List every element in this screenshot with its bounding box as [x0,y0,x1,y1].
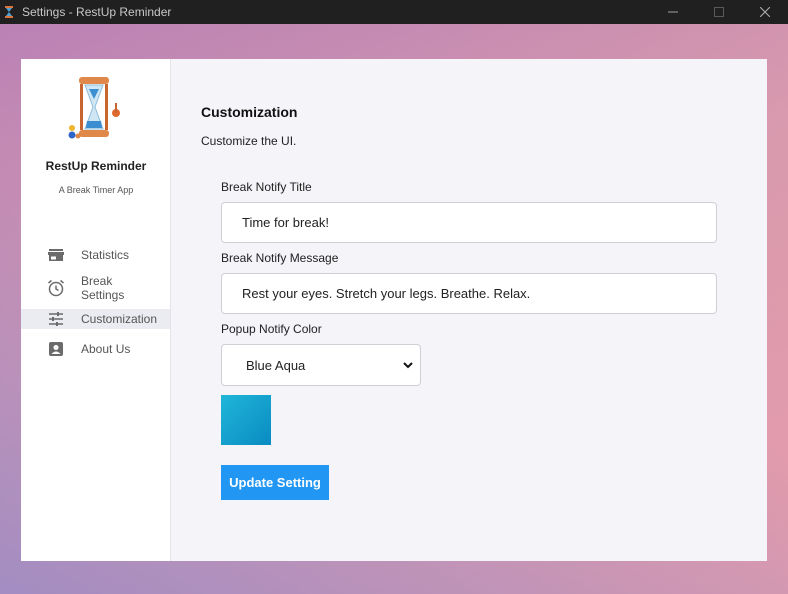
chevron-down-icon [403,362,413,369]
sidebar-item-statistics[interactable]: Statistics [21,243,170,267]
minimize-icon [668,11,678,13]
settings-window: RestUp Reminder A Break Timer App Statis… [21,59,767,561]
hourglass-logo-icon [68,77,120,139]
close-button[interactable] [742,0,788,24]
page-description: Customize the UI. [201,134,297,148]
minimize-button[interactable] [650,0,696,24]
sidebar-item-label: Statistics [81,248,130,262]
sidebar: RestUp Reminder A Break Timer App Statis… [21,59,171,561]
main-content: Customization Customize the UI. Break No… [171,59,767,561]
page-title: Customization [201,104,298,120]
notify-title-label: Break Notify Title [221,180,312,194]
app-name: RestUp Reminder [45,159,147,173]
app-hourglass-icon [5,6,13,18]
window-titlebar: Settings - RestUp Reminder [0,0,788,24]
sliders-icon [49,312,63,326]
sidebar-item-customization[interactable]: Customization [21,309,170,329]
app-subtitle: A Break Timer App [58,185,134,195]
notify-title-input[interactable] [221,202,717,243]
close-icon [760,7,770,17]
sidebar-nav: Statistics Break Settings Customization [21,243,171,359]
sidebar-item-label: About Us [81,342,131,356]
sidebar-item-about-us[interactable]: About Us [21,339,170,359]
maximize-button[interactable] [696,0,742,24]
sidebar-item-break-settings[interactable]: Break Settings [21,271,170,305]
maximize-icon [714,7,724,17]
popup-color-select[interactable]: Blue Aqua [221,344,421,386]
update-setting-button[interactable]: Update Setting [221,465,329,500]
alarm-clock-icon [48,279,64,297]
sidebar-item-label: Break Settings [81,274,125,302]
notify-message-input[interactable] [221,273,717,314]
contact-card-icon [49,342,63,356]
sidebar-item-label: Customization [81,312,158,326]
popup-color-label: Popup Notify Color [221,322,322,336]
popup-color-value: Blue Aqua [246,357,306,373]
color-preview-swatch [221,395,271,445]
store-icon [48,249,64,261]
notify-message-label: Break Notify Message [221,251,339,265]
window-title: Settings - RestUp Reminder [22,5,172,19]
